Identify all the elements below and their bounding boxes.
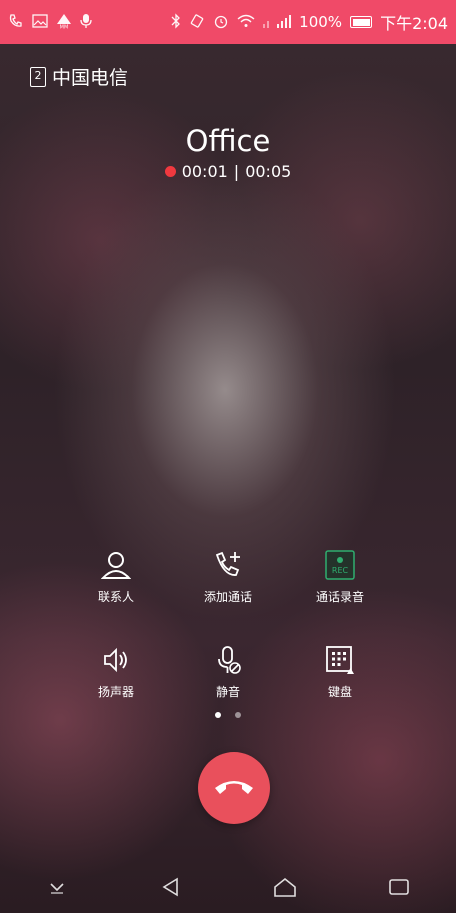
contacts-label: 联系人 (97, 590, 134, 604)
sim-card-icon: 2 (30, 66, 46, 87)
call-timer: 00:01 | 00:05 (0, 162, 456, 181)
signal-icon (263, 14, 292, 31)
keypad-button[interactable]: 键盘 (290, 643, 390, 700)
clock: 下午2:04 (380, 14, 448, 33)
battery-percent: 100% (299, 13, 343, 31)
page-dot-2 (235, 712, 241, 718)
carrier-name: 中国电信 (52, 67, 129, 89)
rec-badge: REC (332, 566, 349, 575)
navigation-bar (0, 860, 456, 913)
image-icon (32, 13, 48, 31)
hide-nav-icon[interactable] (37, 867, 77, 907)
page-indicator (0, 712, 456, 718)
svg-text:MM: MM (60, 24, 69, 29)
end-call-button[interactable] (198, 752, 270, 824)
status-left: MM (8, 13, 92, 32)
timer-separator: | (233, 162, 240, 181)
contact-name: Office (185, 124, 271, 158)
elapsed-time: 00:01 (181, 162, 228, 181)
alarm-icon (213, 13, 229, 32)
mute-icon (211, 643, 245, 677)
person-icon (99, 548, 133, 582)
page-dot-1 (215, 712, 221, 718)
record-icon: REC (323, 548, 357, 582)
add-call-button[interactable]: 添加通话 (178, 548, 278, 605)
keypad-icon (323, 643, 357, 677)
phone-call-icon (8, 13, 24, 32)
speaker-button[interactable]: 扬声器 (66, 643, 166, 700)
mic-icon (80, 13, 92, 32)
record-label: 通话录音 (315, 590, 364, 604)
controls-row-1: 联系人 添加通话 REC 通话录音 (0, 548, 456, 605)
vibrate-icon (189, 13, 205, 32)
carrier-label: 2 中国电信 (30, 63, 128, 90)
add-call-icon (211, 548, 245, 582)
mute-button[interactable]: 静音 (178, 643, 278, 700)
recents-icon[interactable] (379, 867, 419, 907)
bluetooth-icon (171, 12, 181, 32)
home-icon[interactable] (265, 867, 305, 907)
record-button[interactable]: REC 通话录音 (290, 548, 390, 605)
battery-icon (350, 16, 373, 28)
recording-dot-icon (164, 166, 176, 177)
controls-row-2: 扬声器 静音 键盘 (0, 643, 456, 700)
call-duration: 00:05 (245, 162, 292, 181)
speaker-icon (99, 643, 133, 677)
back-icon[interactable] (151, 867, 191, 907)
contacts-button[interactable]: 联系人 (66, 548, 166, 605)
wifi-icon (237, 14, 255, 31)
mute-label: 静音 (215, 685, 240, 699)
status-right: 100% 下午2:04 (171, 10, 448, 34)
status-bar: MM 100% 下午2:04 (0, 0, 456, 44)
add-call-label: 添加通话 (203, 590, 252, 604)
speaker-label: 扬声器 (97, 685, 134, 699)
warning-mm-icon: MM (56, 13, 72, 32)
keypad-label: 键盘 (327, 685, 352, 699)
call-screen: MM 100% 下午2:04 2 中国电信 Office 00:01 | 00:… (0, 0, 456, 913)
hang-up-icon (213, 776, 255, 800)
call-controls: 联系人 添加通话 REC 通话录音 扬声器 静音 键盘 (0, 548, 456, 700)
